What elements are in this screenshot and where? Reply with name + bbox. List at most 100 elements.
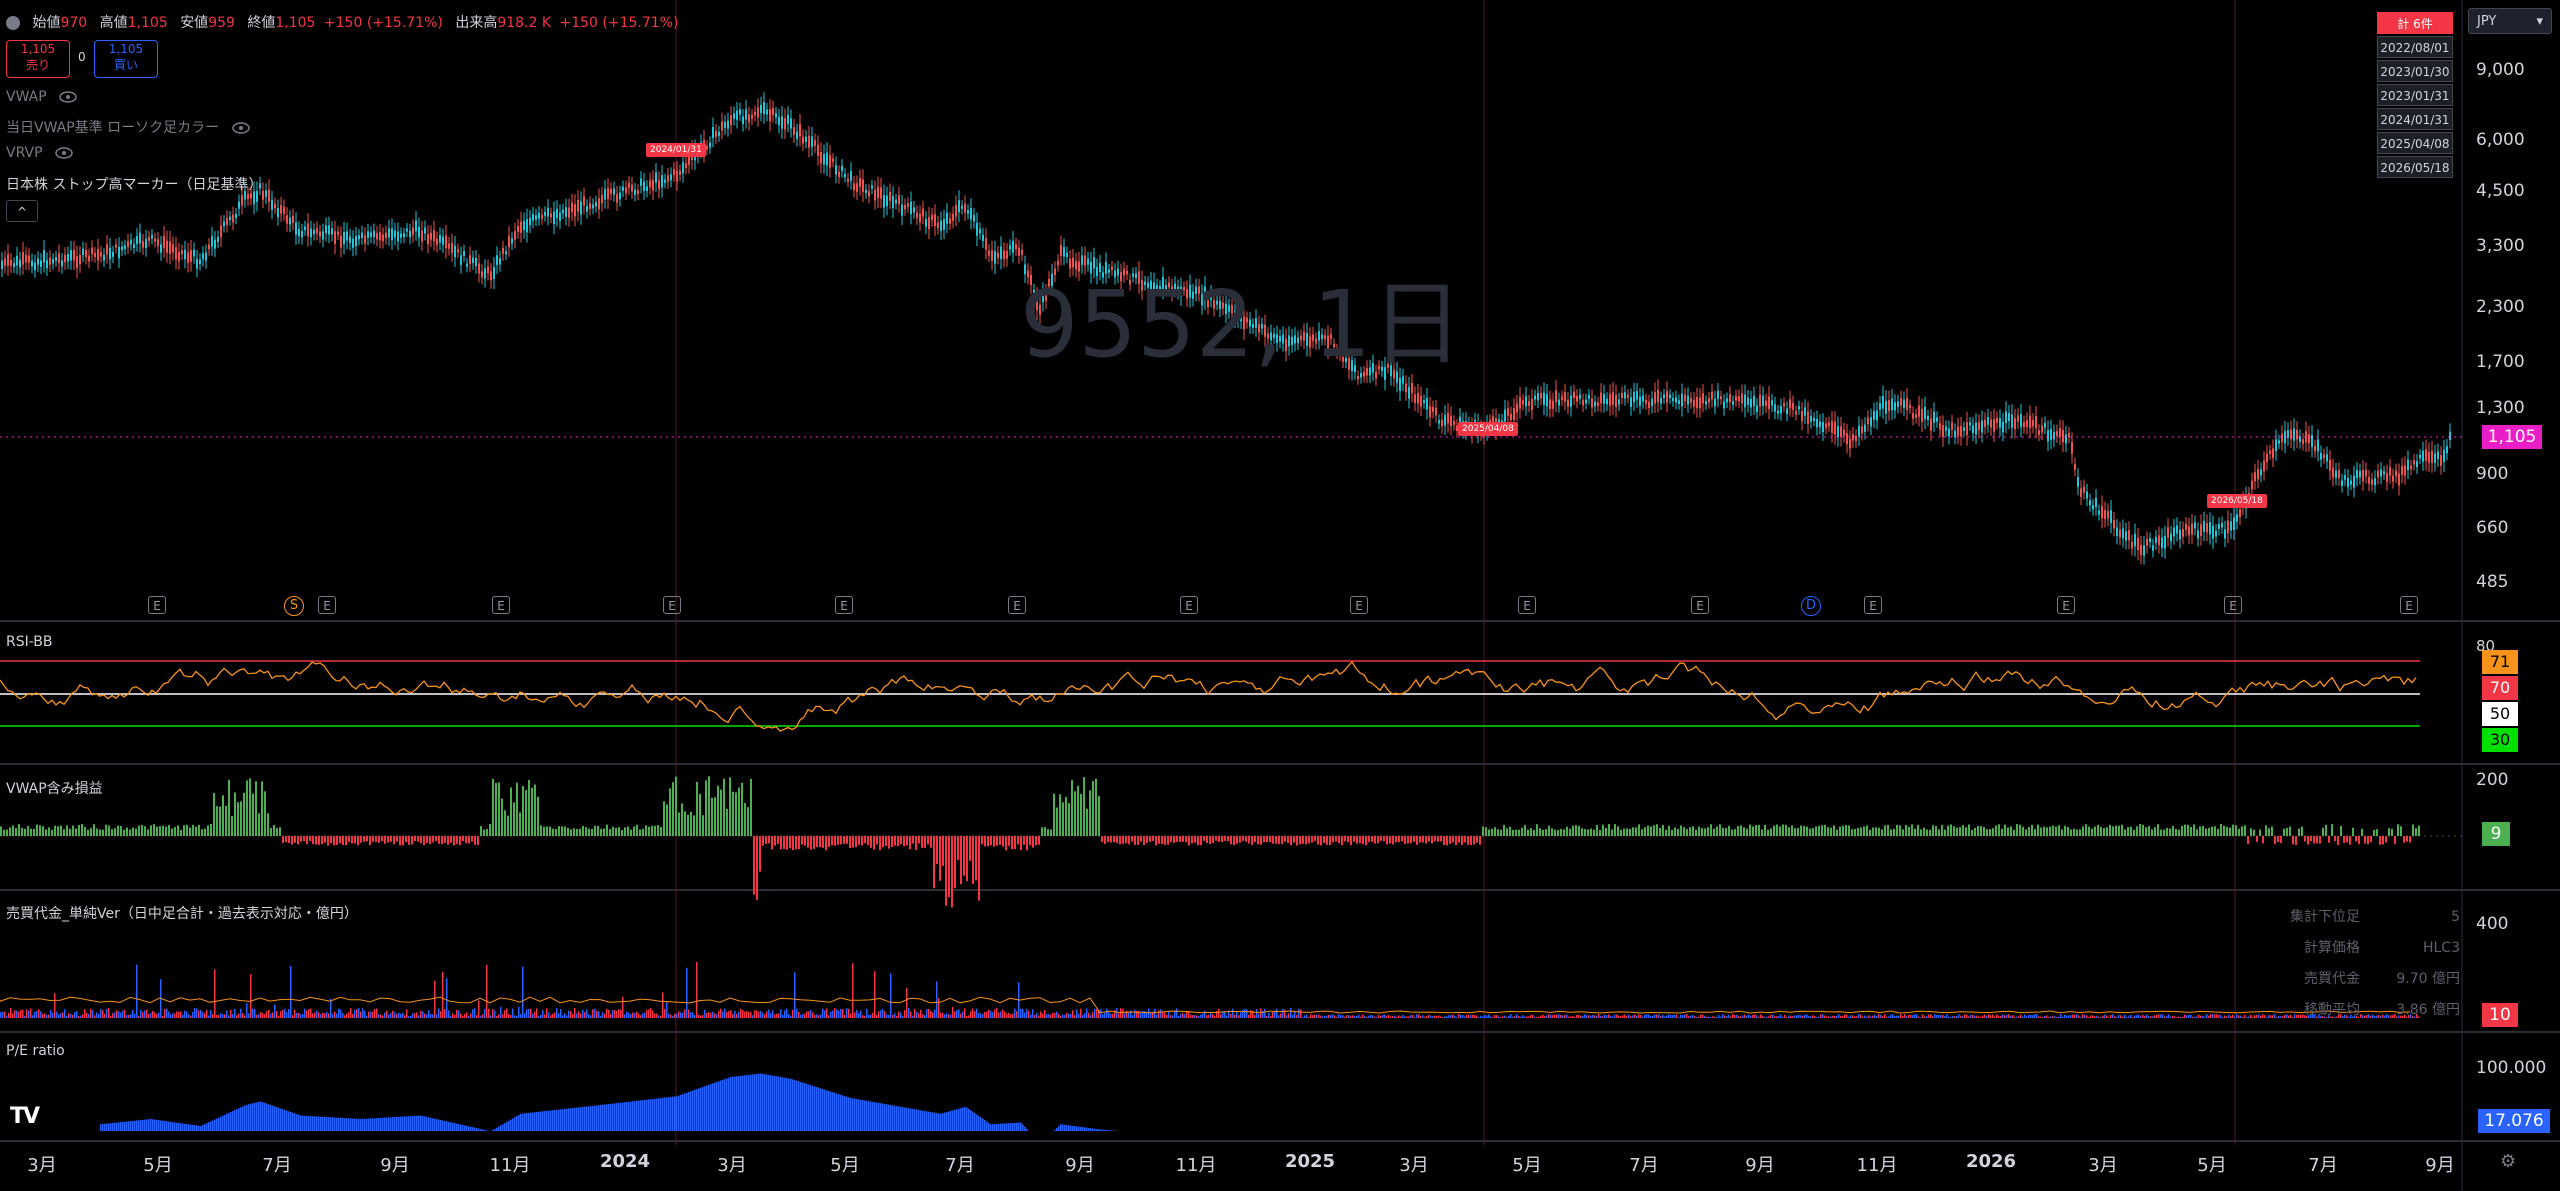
pe-title[interactable]: P/E ratio	[6, 1043, 65, 1059]
turnover-bar	[1550, 1014, 1552, 1018]
earnings-marker[interactable]: E	[663, 596, 681, 614]
candle-body	[2323, 454, 2325, 459]
currency-select[interactable]: JPY ▾	[2468, 8, 2552, 34]
pe-bar	[902, 1107, 904, 1131]
eye-icon[interactable]	[59, 91, 77, 103]
indicator-vwap-candle[interactable]: 当日VWAP基準 ローソク足カラー	[6, 117, 250, 137]
buy-button[interactable]: 1,105 買い	[94, 40, 158, 78]
earnings-marker[interactable]: E	[492, 596, 510, 614]
turnover-bar	[74, 1012, 76, 1018]
earnings-marker[interactable]: E	[835, 596, 853, 614]
vwap-pl-bar	[2370, 836, 2372, 842]
eye-icon[interactable]	[231, 122, 250, 134]
vwap-pl-bar	[1584, 828, 1586, 836]
candle-body	[511, 238, 513, 244]
vwap-pl-title[interactable]: VWAP含み損益	[6, 778, 103, 798]
chart-canvas[interactable]	[0, 0, 2560, 1191]
turnover-bar	[212, 1014, 214, 1018]
turnover-bar	[1238, 1015, 1240, 1018]
stop-high-marker[interactable]: 2024/01/31	[646, 143, 706, 157]
candle-body	[1012, 240, 1014, 253]
vwap-pl-bar	[1653, 825, 1655, 836]
pe-bar	[1082, 1127, 1084, 1131]
date-list-item[interactable]: 2026/05/18	[2377, 156, 2453, 178]
candle-body	[2407, 459, 2409, 470]
date-list-item[interactable]: 2023/01/31	[2377, 84, 2453, 106]
turnover-bar	[466, 1012, 468, 1018]
earnings-marker[interactable]: E	[1180, 596, 1198, 614]
date-list-item[interactable]: 2025/04/08	[2377, 132, 2453, 154]
pe-bar	[388, 1117, 390, 1131]
indicator-vwap[interactable]: VWAP	[6, 89, 77, 105]
turnover-bar	[374, 1009, 376, 1018]
turnover-bar	[684, 1009, 686, 1018]
vwap-pl-bar	[834, 836, 836, 846]
earnings-marker[interactable]: E	[1864, 596, 1882, 614]
vwap-pl-bar	[2061, 829, 2063, 836]
pe-bar	[888, 1104, 890, 1131]
earnings-marker[interactable]: E	[148, 596, 166, 614]
turnover-bar	[942, 1012, 944, 1018]
stop-high-marker[interactable]: 2025/04/08	[1458, 422, 1518, 436]
earnings-marker[interactable]: E	[1691, 596, 1709, 614]
earnings-marker[interactable]: E	[1518, 596, 1536, 614]
symbol-icon[interactable]	[6, 16, 20, 30]
earnings-marker[interactable]: E	[1008, 596, 1026, 614]
turnover-bar	[1196, 1015, 1198, 1018]
eye-icon[interactable]	[55, 147, 73, 159]
vwap-pl-bar	[1173, 836, 1175, 843]
vwap-pl-bar	[2160, 829, 2162, 836]
candle-body	[2251, 480, 2253, 490]
pe-bar	[550, 1110, 552, 1131]
earnings-marker[interactable]: E	[2224, 596, 2242, 614]
pe-bar	[1074, 1126, 1076, 1131]
settings-gear-icon[interactable]: ⚙	[2500, 1151, 2516, 1172]
vwap-pl-bar	[1011, 836, 1013, 850]
tradingview-logo[interactable]: TV	[10, 1104, 40, 1129]
collapse-button[interactable]: ^	[6, 200, 38, 222]
candle-body	[529, 217, 531, 226]
date-list-item[interactable]: 2024/01/31	[2377, 108, 2453, 130]
turnover-bar	[182, 1014, 184, 1018]
stop-high-marker[interactable]: 2026/05/18	[2207, 494, 2267, 508]
indicator-stop-marker[interactable]: 日本株 ストップ高マーカー（日足基準）	[6, 174, 262, 194]
dividend-marker[interactable]: D	[1801, 596, 1821, 616]
candle-body	[670, 174, 672, 181]
earnings-marker[interactable]: E	[2057, 596, 2075, 614]
vwap-pl-bar	[2202, 825, 2204, 836]
split-marker[interactable]: S	[284, 596, 304, 616]
turnover-bar	[860, 1010, 862, 1018]
vwap-pl-bar	[900, 836, 902, 845]
earnings-marker[interactable]: E	[318, 596, 336, 614]
date-list-item[interactable]: 2022/08/01	[2377, 36, 2453, 58]
time-axis-label: 9月	[380, 1155, 410, 1176]
date-list-item[interactable]: 2023/01/30	[2377, 60, 2453, 82]
vwap-pl-bar	[1119, 836, 1121, 845]
pe-bar	[546, 1110, 548, 1131]
candle-body	[1447, 412, 1449, 424]
turnover-bar	[2144, 1015, 2146, 1018]
rsi-title[interactable]: RSI-BB	[6, 634, 53, 650]
turnover-bar	[566, 1015, 568, 1018]
turnover-bar	[134, 1013, 136, 1018]
candle-body	[1708, 398, 1710, 403]
pe-bar	[506, 1121, 508, 1131]
turnover-title[interactable]: 売買代金_単純Ver（日中足合計・過去表示対応・億円）	[6, 903, 358, 923]
candle-body	[1906, 397, 1908, 410]
turnover-bar	[76, 1011, 78, 1018]
candle-body	[1945, 426, 1947, 431]
indicator-vrvp[interactable]: VRVP	[6, 145, 73, 161]
vwap-pl-bar	[2043, 826, 2045, 836]
turnover-bar	[1164, 1012, 1166, 1018]
earnings-marker[interactable]: E	[2400, 596, 2418, 614]
turnover-bar	[774, 1014, 776, 1018]
vwap-pl-bar	[2388, 828, 2390, 836]
rsi-mid-tag: 50	[2482, 702, 2518, 726]
vwap-pl-bar	[771, 836, 773, 850]
vwap-pl-bar	[1539, 828, 1541, 836]
earnings-marker[interactable]: E	[1350, 596, 1368, 614]
turnover-bar	[272, 1012, 274, 1018]
candle-body	[280, 205, 282, 214]
turnover-bar	[1692, 1015, 1694, 1018]
sell-button[interactable]: 1,105 売り	[6, 40, 70, 78]
